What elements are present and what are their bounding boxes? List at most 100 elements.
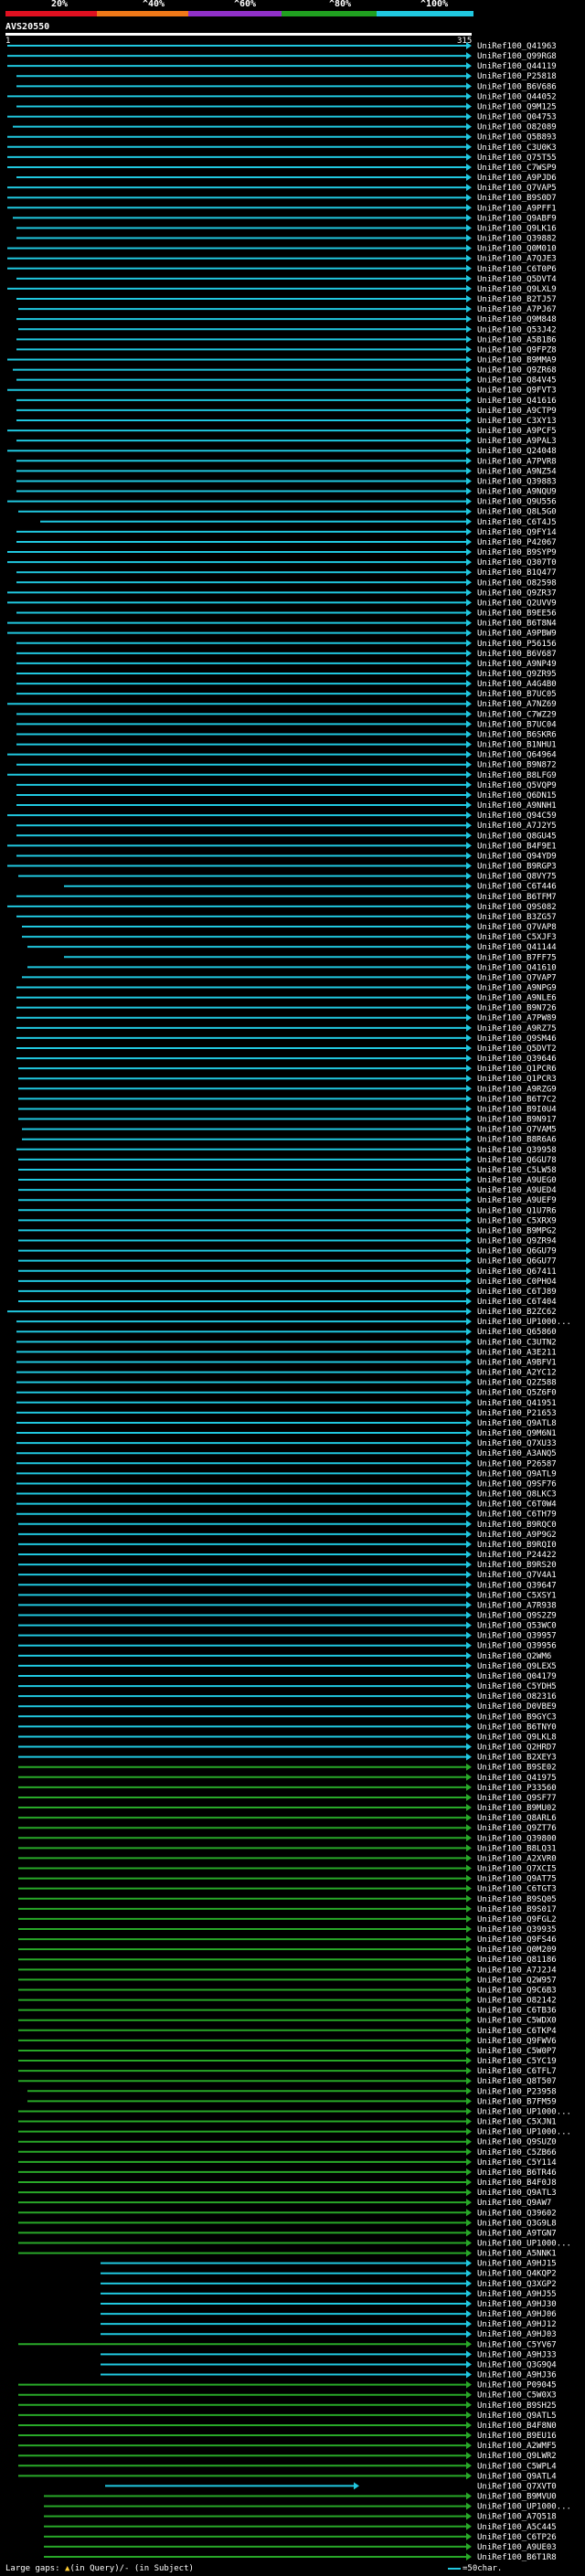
hit-label[interactable]: UniRef100_Q75T55 [477, 154, 557, 163]
hit-label[interactable]: UniRef100_A2YC12 [477, 1369, 557, 1378]
hit-label[interactable]: UniRef100_Q2HRD7 [477, 1744, 557, 1753]
hit-label[interactable]: UniRef100_Q9ATL4 [477, 2472, 557, 2481]
hit-label[interactable]: UniRef100_Q6GU77 [477, 1257, 557, 1267]
hit-label[interactable]: UniRef100_Q9ATL3 [477, 2189, 557, 2198]
hit-label[interactable]: UniRef100_A9P9G2 [477, 1531, 557, 1540]
hit-label[interactable]: UniRef100_A9UEG0 [477, 1176, 557, 1185]
hit-label[interactable]: UniRef100_Q9LXL9 [477, 285, 557, 294]
hit-label[interactable]: UniRef100_A7QJE3 [477, 255, 557, 264]
hit-label[interactable]: UniRef100_Q9FY14 [477, 528, 557, 537]
hit-label[interactable]: UniRef100_Q44119 [477, 62, 557, 71]
hit-label[interactable]: UniRef100_C0PHO4 [477, 1277, 557, 1287]
hit-label[interactable]: UniRef100_Q9FGL2 [477, 1915, 557, 1924]
hit-label[interactable]: UniRef100_Q9ZT76 [477, 1824, 557, 1833]
hit-label[interactable]: UniRef100_O82089 [477, 123, 557, 133]
hit-label[interactable]: UniRef100_Q41975 [477, 1774, 557, 1783]
hit-label[interactable]: UniRef100_A9NZ54 [477, 467, 557, 476]
hit-label[interactable]: UniRef100_B7UC04 [477, 720, 557, 729]
hit-label[interactable]: UniRef100_UP1000... [477, 1318, 571, 1327]
hit-label[interactable]: UniRef100_Q2Z588 [477, 1379, 557, 1388]
hit-label[interactable]: UniRef100_B7FM59 [477, 2097, 557, 2106]
hit-label[interactable]: UniRef100_UP1000... [477, 2240, 571, 2249]
hit-label[interactable]: UniRef100_B9SE02 [477, 1764, 557, 1773]
hit-label[interactable]: UniRef100_A9PCF5 [477, 427, 557, 436]
hit-label[interactable]: UniRef100_Q39647 [477, 1581, 557, 1590]
hit-label[interactable]: UniRef100_A9HJ12 [477, 2320, 557, 2329]
hit-label[interactable]: UniRef100_Q39602 [477, 2209, 557, 2218]
hit-label[interactable]: UniRef100_Q41951 [477, 1399, 557, 1408]
hit-label[interactable]: UniRef100_Q9U556 [477, 498, 557, 507]
hit-label[interactable]: UniRef100_A3ANQ5 [477, 1449, 557, 1458]
hit-label[interactable]: UniRef100_A5B1B6 [477, 335, 557, 345]
hit-label[interactable]: UniRef100_Q9ABF9 [477, 214, 557, 223]
hit-label[interactable]: UniRef100_B9GYC3 [477, 1712, 557, 1722]
hit-label[interactable]: UniRef100_Q7VAP8 [477, 923, 557, 932]
hit-label[interactable]: UniRef100_P23958 [477, 2087, 557, 2096]
hit-label[interactable]: UniRef100_Q9SF77 [477, 1794, 557, 1803]
hit-label[interactable]: UniRef100_A9NNH1 [477, 801, 557, 811]
hit-label[interactable]: UniRef100_Q9M6N1 [477, 1429, 557, 1438]
hit-label[interactable]: UniRef100_A9RZG9 [477, 1085, 557, 1094]
hit-label[interactable]: UniRef100_B6V686 [477, 82, 557, 91]
hit-label[interactable]: UniRef100_C6T446 [477, 883, 557, 892]
hit-label[interactable]: UniRef100_B9RGP3 [477, 863, 557, 872]
hit-label[interactable]: UniRef100_Q41610 [477, 963, 557, 972]
hit-label[interactable]: UniRef100_Q65860 [477, 1328, 557, 1337]
hit-label[interactable]: UniRef100_Q2WM6 [477, 1652, 551, 1661]
hit-label[interactable]: UniRef100_A7NZ69 [477, 700, 557, 709]
hit-label[interactable]: UniRef100_B4F9E1 [477, 842, 557, 851]
hit-label[interactable]: UniRef100_Q2UVV9 [477, 599, 557, 608]
hit-label[interactable]: UniRef100_Q8ARL6 [477, 1814, 557, 1823]
hit-label[interactable]: UniRef100_A9HJ06 [477, 2310, 557, 2319]
hit-label[interactable]: UniRef100_A7Q518 [477, 2513, 557, 2522]
hit-label[interactable]: UniRef100_O82598 [477, 578, 557, 588]
hit-label[interactable]: UniRef100_Q6GU79 [477, 1247, 557, 1256]
hit-label[interactable]: UniRef100_A7R938 [477, 1601, 557, 1610]
hit-label[interactable]: UniRef100_Q6DN15 [477, 791, 557, 800]
hit-label[interactable]: UniRef100_C6TP26 [477, 2533, 557, 2542]
hit-label[interactable]: UniRef100_B9SQ05 [477, 1895, 557, 1904]
hit-label[interactable]: UniRef100_B8LFG9 [477, 771, 557, 780]
hit-label[interactable]: UniRef100_Q4KQP2 [477, 2270, 557, 2279]
hit-label[interactable]: UniRef100_Q94C59 [477, 811, 557, 821]
hit-label[interactable]: UniRef100_Q1U7R6 [477, 1206, 557, 1215]
hit-label[interactable]: UniRef100_A9HJ03 [477, 2330, 557, 2339]
hit-label[interactable]: UniRef100_Q3XGP2 [477, 2280, 557, 2289]
hit-label[interactable]: UniRef100_A9HJ15 [477, 2260, 557, 2269]
hit-label[interactable]: UniRef100_C6TGT3 [477, 1885, 557, 1894]
hit-label[interactable]: UniRef100_A9HJ30 [477, 2300, 557, 2309]
hit-label[interactable]: UniRef100_Q39935 [477, 1925, 557, 1935]
hit-label[interactable]: UniRef100_Q9ZR68 [477, 366, 557, 376]
hit-label[interactable]: UniRef100_B4F0J8 [477, 2178, 557, 2188]
hit-label[interactable]: UniRef100_UP1000... [477, 2503, 571, 2512]
hit-label[interactable]: UniRef100_C6T4J5 [477, 518, 557, 527]
hit-label[interactable]: UniRef100_A7PJ67 [477, 305, 557, 314]
hit-label[interactable]: UniRef100_A9UE03 [477, 2543, 557, 2552]
hit-label[interactable]: UniRef100_Q5DVT4 [477, 275, 557, 284]
hit-label[interactable]: UniRef100_Q8LKC3 [477, 1490, 557, 1500]
hit-label[interactable]: UniRef100_Q9M848 [477, 315, 557, 324]
hit-label[interactable]: UniRef100_Q5B893 [477, 133, 557, 143]
hit-label[interactable]: UniRef100_P56156 [477, 640, 557, 649]
hit-label[interactable]: UniRef100_Q67411 [477, 1267, 557, 1277]
hit-label[interactable]: UniRef100_A9BFV1 [477, 1358, 557, 1367]
hit-label[interactable]: UniRef100_Q9S2Z9 [477, 1612, 557, 1621]
hit-label[interactable]: UniRef100_Q9LEX5 [477, 1662, 557, 1671]
hit-label[interactable]: UniRef100_Q9SUZ0 [477, 2138, 557, 2147]
hit-label[interactable]: UniRef100_Q39957 [477, 1632, 557, 1641]
hit-label[interactable]: UniRef100_C3U0K3 [477, 143, 557, 153]
hit-label[interactable]: UniRef100_B2TJ57 [477, 295, 557, 304]
hit-label[interactable]: UniRef100_A9PAL3 [477, 437, 557, 446]
hit-label[interactable]: UniRef100_Q41963 [477, 42, 557, 51]
hit-label[interactable]: UniRef100_B9MVU0 [477, 2493, 557, 2502]
hit-label[interactable]: UniRef100_Q5Z6F0 [477, 1389, 557, 1398]
hit-label[interactable]: UniRef100_C6T0P6 [477, 265, 557, 274]
hit-label[interactable]: UniRef100_B6T7C2 [477, 1095, 557, 1104]
hit-label[interactable]: UniRef100_A9PBW9 [477, 630, 557, 639]
hit-label[interactable]: UniRef100_Q7VAM5 [477, 1126, 557, 1135]
hit-label[interactable]: UniRef100_Q9AT75 [477, 1875, 557, 1884]
hit-label[interactable]: UniRef100_A2XVR0 [477, 1854, 557, 1863]
hit-label[interactable]: UniRef100_Q9ATL8 [477, 1419, 557, 1428]
hit-label[interactable]: UniRef100_C5XJF3 [477, 933, 557, 942]
hit-label[interactable]: UniRef100_B9EU16 [477, 2432, 557, 2441]
